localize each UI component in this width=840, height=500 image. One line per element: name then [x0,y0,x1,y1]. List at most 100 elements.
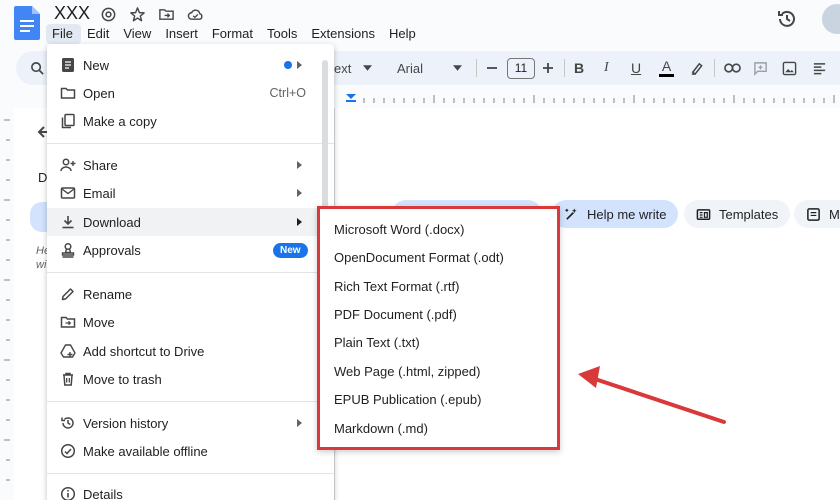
font-select-value: Arial [397,60,424,76]
offline-icon [60,443,76,459]
decrease-font-size-button[interactable] [486,51,498,85]
menu-divider [47,143,334,144]
menu-item-move[interactable]: Move [47,308,334,336]
document-title[interactable]: XXX [54,3,90,24]
account-avatar[interactable] [822,4,840,34]
text-color-button[interactable]: A [659,51,674,85]
menu-divider [47,473,334,474]
menu-item-approvals[interactable]: Approvals New [47,236,334,264]
menu-item-label: Details [83,486,123,500]
template-icon [696,208,711,220]
link-icon [724,63,741,73]
templates-label: Templates [719,206,779,222]
align-button[interactable] [812,51,827,85]
copy-icon [61,113,75,129]
help-me-write-chip[interactable]: Help me write [552,200,679,228]
submenu-arrow-icon [297,419,302,427]
more-chip-label: M [829,206,840,222]
style-select[interactable]: ext [334,51,373,85]
download-pdf[interactable]: PDF Document (.pdf) [334,307,457,322]
download-docx[interactable]: Microsoft Word (.docx) [334,222,465,237]
star-icon[interactable] [129,6,146,23]
magic-pen-icon [565,207,577,220]
style-select-value: ext [334,60,352,76]
mail-icon [60,187,76,199]
menu-insert[interactable]: Insert [159,24,206,44]
highlight-button[interactable] [689,51,704,85]
menu-item-new[interactable]: New [47,51,334,79]
help-me-write-label: Help me write [587,206,667,222]
checkin-icon[interactable] [100,6,117,23]
download-md[interactable]: Markdown (.md) [334,421,428,436]
drive-shortcut-icon [60,344,76,358]
menu-tools[interactable]: Tools [261,24,305,44]
menu-help[interactable]: Help [383,24,424,44]
menu-extensions[interactable]: Extensions [305,24,383,44]
underline-button[interactable]: U [631,51,641,85]
menu-item-label: Move [83,314,115,330]
menu-item-rename[interactable]: Rename [47,280,334,308]
text-color-icon: A [661,58,672,74]
menu-edit[interactable]: Edit [81,24,117,44]
folder-icon [60,87,76,99]
menu-item-label: Open [83,85,115,101]
move-folder-icon[interactable] [158,6,175,23]
italic-button[interactable]: I [604,51,609,85]
underline-icon: U [631,60,642,76]
menu-view[interactable]: View [117,24,159,44]
menu-item-make-a-copy[interactable]: Make a copy [47,107,334,135]
search-menus-icon[interactable] [30,51,45,85]
menu-item-label: Move to trash [83,371,162,387]
menu-item-label: Approvals [83,242,141,258]
history-icon [61,417,74,429]
italic-icon: I [604,60,609,75]
menu-item-download[interactable]: Download [47,208,334,236]
menu-item-label: New [83,57,110,73]
menu-format[interactable]: Format [206,24,261,44]
outline-heading: D [38,170,48,185]
menu-item-move-to-trash[interactable]: Move to trash [47,365,334,393]
menu-item-add-shortcut[interactable]: Add shortcut to Drive [47,337,334,365]
bold-button[interactable]: B [574,51,584,85]
menu-item-email[interactable]: Email [47,179,334,207]
shortcut-text: Ctrl+O [269,86,306,100]
docs-logo-icon[interactable] [14,6,40,40]
menu-item-label: Download [83,214,141,230]
vertical-ruler[interactable] [0,108,14,500]
menu-item-make-available-offline[interactable]: Make available offline [47,437,334,465]
submenu-arrow-icon [297,61,302,69]
menu-item-share[interactable]: Share [47,151,334,179]
menu-item-label: Make available offline [83,443,208,459]
insert-link-button[interactable] [724,51,741,85]
download-epub[interactable]: EPUB Publication (.epub) [334,392,481,407]
download-html[interactable]: Web Page (.html, zipped) [334,364,480,379]
download-odt[interactable]: OpenDocument Format (.odt) [334,250,504,265]
menu-item-label: Make a copy [83,113,157,129]
menu-item-open[interactable]: Open Ctrl+O [47,79,334,107]
download-rtf[interactable]: Rich Text Format (.rtf) [334,279,459,294]
bold-icon: B [574,60,585,76]
doc-icon [62,58,74,72]
templates-chip[interactable]: Templates [684,200,791,228]
menu-item-details[interactable]: Details [47,480,334,500]
image-icon [782,61,797,75]
horizontal-ruler[interactable] [334,92,840,104]
more-chip[interactable]: M [794,200,840,228]
chevron-down-icon [363,65,373,71]
version-history-icon[interactable] [776,8,798,30]
cloud-saved-icon[interactable] [187,6,204,23]
comment-add-icon [754,61,767,76]
menu-file[interactable]: File [46,24,81,44]
menu-item-version-history[interactable]: Version history [47,409,334,437]
font-size-input[interactable]: 11 [507,58,535,79]
new-indicator-dot [284,61,292,69]
download-txt[interactable]: Plain Text (.txt) [334,335,420,350]
insert-comment-button[interactable] [753,51,768,85]
trash-icon [63,372,73,386]
font-select[interactable]: Arial [397,51,463,85]
align-left-icon [813,62,826,74]
annotation-arrow-icon [578,366,726,424]
insert-image-button[interactable] [782,51,797,85]
increase-font-size-button[interactable] [542,51,554,85]
menu-bar: File Edit View Insert Format Tools Exten… [46,24,424,44]
